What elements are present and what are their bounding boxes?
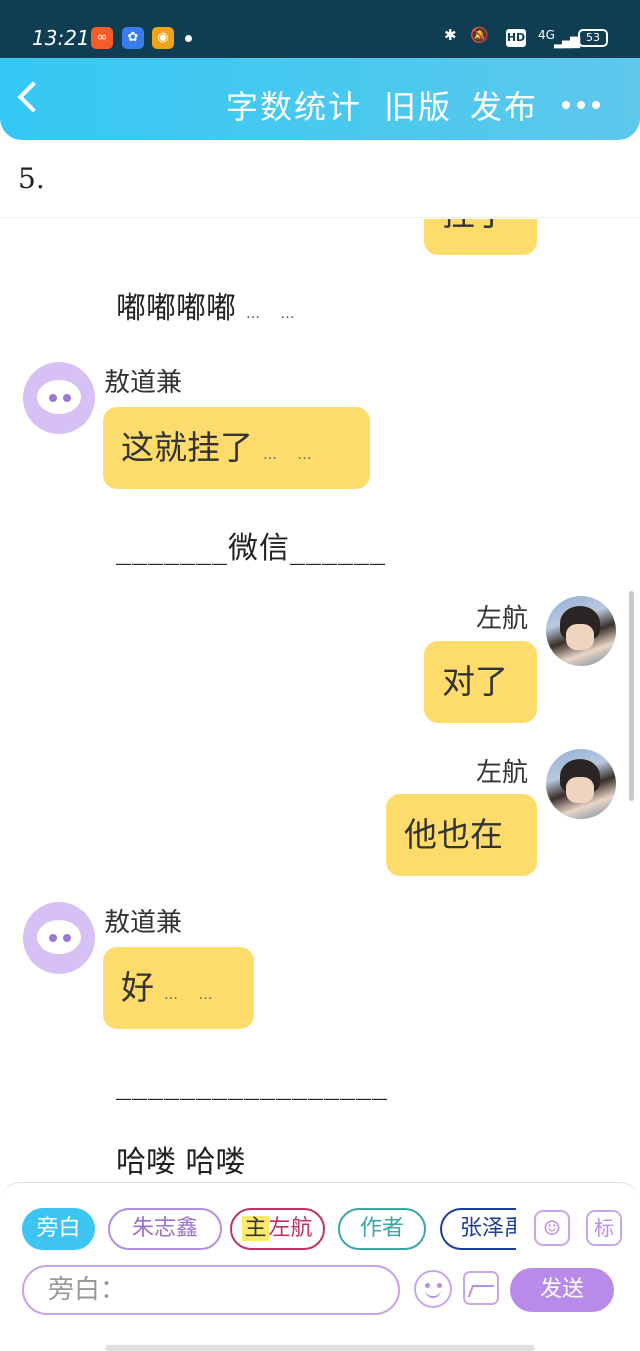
narration-line[interactable]: 嘟嘟嘟嘟… … — [116, 283, 302, 327]
character-manage-icon[interactable]: ☺ — [534, 1210, 570, 1246]
hd-icon: HD — [506, 29, 526, 47]
sender-name: 左航 — [476, 604, 529, 634]
publish-button[interactable]: 发布 — [470, 82, 538, 128]
mark-button[interactable]: 标 — [586, 1210, 622, 1246]
image-icon[interactable] — [463, 1271, 499, 1305]
narration-line[interactable]: _______微信______ — [116, 523, 386, 567]
status-bar: 13:21 ∞ ✿ ◉ ✱ 🔕 HD 4G ▂▄▆ 53 — [0, 0, 640, 58]
narration-line[interactable]: _________________ — [116, 1066, 388, 1101]
app-notification-icon: ∞ — [91, 27, 113, 49]
main-role-tag: 主 — [242, 1216, 269, 1241]
emoji-icon[interactable] — [414, 1270, 452, 1308]
message-bubble[interactable]: 好… … — [103, 947, 254, 1029]
bluetooth-icon: ✱ — [444, 26, 457, 44]
role-chip-zhu-zhixin[interactable]: 朱志鑫 — [108, 1208, 222, 1250]
scrollbar[interactable] — [629, 591, 634, 801]
network-label: 4G — [538, 28, 555, 42]
sender-name: 左航 — [476, 758, 529, 788]
user-avatar[interactable] — [546, 749, 616, 819]
bot-avatar[interactable] — [23, 362, 95, 434]
weibo-notification-icon: ◉ — [152, 27, 174, 49]
message-bubble[interactable]: 他也在 — [386, 794, 537, 876]
send-button[interactable]: 发送 — [510, 1268, 614, 1312]
role-chip-author[interactable]: 作者 — [338, 1208, 426, 1250]
gesture-bar — [105, 1345, 535, 1351]
mute-icon: 🔕 — [470, 26, 489, 44]
battery-icon: 53 — [578, 29, 608, 47]
back-icon[interactable] — [17, 81, 49, 113]
role-chip-narrator[interactable]: 旁白 — [22, 1208, 95, 1250]
chat-area[interactable]: 挂了 嘟嘟嘟嘟… … 敖道兼 这就挂了… … _______微信______ 左… — [0, 219, 640, 1182]
message-bubble[interactable]: 这就挂了… … — [103, 407, 370, 489]
message-input[interactable]: 旁白： — [22, 1265, 400, 1315]
user-avatar[interactable] — [546, 596, 616, 666]
old-version-button[interactable]: 旧版 — [384, 82, 452, 128]
top-bar: 字数统计 旧版 发布 — [0, 58, 640, 140]
role-chip-zuo-hang[interactable]: 主左航 — [230, 1208, 325, 1250]
bot-avatar[interactable] — [23, 902, 95, 974]
more-notifications-dot — [185, 35, 192, 42]
signal-icon: ▂▄▆ — [554, 34, 580, 49]
composer-panel: 旁白 朱志鑫 主左航 作者 张泽禹 ☺ 标 旁白： 发送 — [0, 1182, 640, 1351]
role-chip-zhang-zeyu[interactable]: 张泽禹 — [440, 1208, 516, 1250]
message-bubble-partial[interactable]: 挂了 — [424, 219, 537, 255]
word-count-button[interactable]: 字数统计 — [226, 82, 362, 128]
baidu-notification-icon: ✿ — [122, 27, 144, 49]
message-bubble[interactable]: 对了 — [424, 641, 537, 723]
sender-name: 敖道兼 — [104, 908, 183, 938]
sender-name: 敖道兼 — [104, 368, 183, 398]
narration-line[interactable]: 哈喽 哈喽 — [116, 1137, 246, 1181]
chapter-number: 5. — [18, 162, 45, 195]
status-time: 13:21 — [32, 26, 90, 50]
chapter-title-row[interactable]: 5. — [0, 140, 640, 218]
more-icon[interactable] — [562, 101, 600, 109]
